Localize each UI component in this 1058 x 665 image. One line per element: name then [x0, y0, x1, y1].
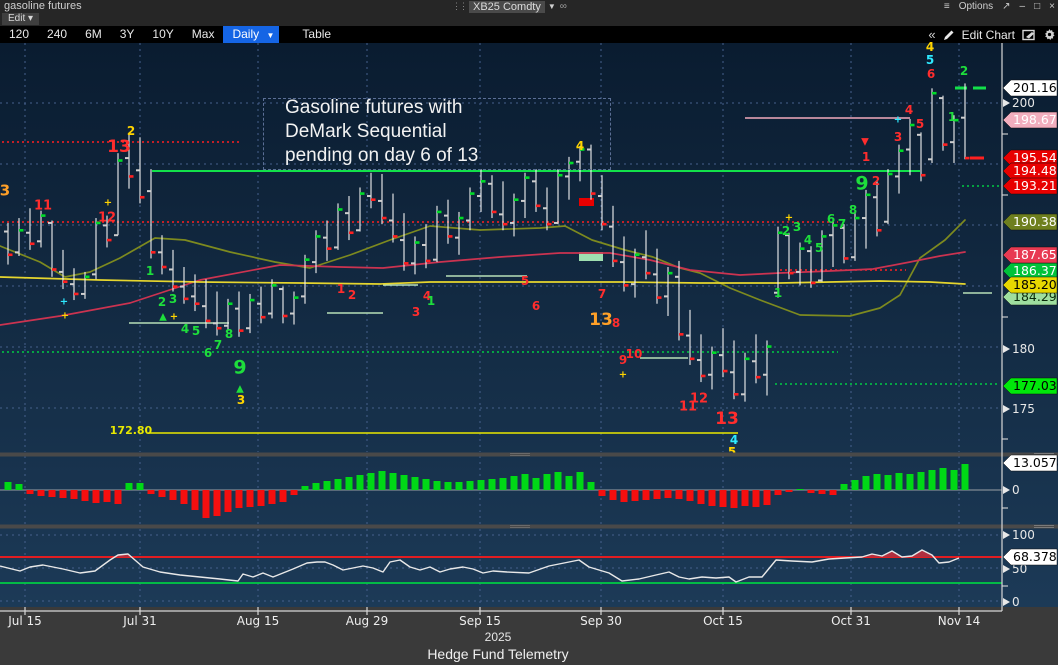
svg-text:1: 1	[427, 294, 435, 308]
svg-text:7: 7	[214, 338, 222, 352]
x-axis-label: Oct 31	[831, 614, 871, 628]
svg-text:▼: ▼	[861, 137, 869, 148]
svg-text:9: 9	[233, 357, 246, 379]
svg-text:10: 10	[626, 347, 643, 361]
svg-text:3: 3	[0, 181, 10, 199]
svg-text:13.0578: 13.0578	[1013, 455, 1058, 470]
svg-text:4: 4	[181, 322, 189, 336]
svg-text:177.03: 177.03	[1013, 378, 1057, 393]
svg-text:172.80: 172.80	[110, 424, 153, 437]
svg-text:11: 11	[34, 199, 52, 214]
svg-text:2: 2	[348, 288, 356, 302]
svg-text:186.37: 186.37	[1013, 263, 1057, 278]
svg-text:187.65: 187.65	[1013, 247, 1057, 262]
svg-text:2: 2	[158, 295, 166, 309]
svg-text:13: 13	[107, 137, 131, 157]
svg-text:+: +	[170, 312, 178, 323]
svg-text:100: 100	[1012, 528, 1035, 542]
svg-text:194.48: 194.48	[1013, 163, 1057, 178]
svg-text:7: 7	[838, 217, 846, 231]
x-axis-label: Jul 15	[7, 614, 42, 628]
svg-text:5: 5	[728, 445, 736, 459]
svg-text:201.16: 201.16	[1013, 80, 1057, 95]
svg-text:1: 1	[948, 110, 956, 124]
svg-text:5: 5	[916, 117, 924, 131]
x-axis-label: Jul 31	[122, 614, 157, 628]
svg-text:5: 5	[815, 241, 823, 255]
svg-text:0: 0	[1012, 483, 1020, 497]
svg-text:5: 5	[926, 53, 934, 67]
chart-annotation-text[interactable]: Gasoline futures withDeMark Sequentialpe…	[285, 96, 585, 168]
svg-text:5: 5	[521, 274, 529, 288]
svg-text:6: 6	[927, 67, 935, 81]
svg-text:6: 6	[532, 299, 540, 313]
svg-text:6: 6	[827, 212, 835, 226]
svg-text:190.38: 190.38	[1013, 214, 1057, 229]
svg-text:+: +	[60, 297, 68, 308]
svg-text:+: +	[619, 370, 627, 381]
svg-text:9: 9	[855, 173, 868, 195]
svg-text:180: 180	[1012, 342, 1035, 356]
svg-text:185.20: 185.20	[1013, 277, 1057, 292]
svg-text:8: 8	[612, 316, 620, 330]
x-axis-label: Sep 30	[580, 614, 622, 628]
x-axis-label: Aug 15	[237, 614, 280, 628]
svg-text:13: 13	[589, 310, 613, 330]
svg-text:2: 2	[127, 124, 135, 138]
x-axis-label: Sep 15	[459, 614, 501, 628]
svg-text:13: 13	[715, 409, 739, 429]
svg-text:1: 1	[146, 264, 154, 278]
svg-text:+: +	[104, 198, 112, 209]
svg-text:12: 12	[98, 211, 116, 226]
svg-text:193.21: 193.21	[1013, 178, 1057, 193]
axis-year-label: 2025	[0, 630, 996, 644]
svg-text:198.67: 198.67	[1013, 112, 1057, 127]
svg-text:8: 8	[849, 203, 857, 217]
svg-text:4: 4	[926, 40, 934, 54]
bloomberg-chart-window: gasoline futures ⋮⋮ XB25 Comdty ▼ ∞ ≡ Op…	[0, 0, 1058, 665]
svg-text:6: 6	[204, 346, 212, 360]
x-axis-label: Oct 15	[703, 614, 743, 628]
svg-text:0: 0	[1012, 595, 1020, 609]
svg-text:175: 175	[1012, 402, 1035, 416]
svg-text:2: 2	[872, 174, 880, 188]
x-axis-label: Nov 14	[938, 614, 981, 628]
svg-text:2: 2	[960, 64, 968, 78]
svg-text:3: 3	[169, 292, 177, 306]
svg-text:3: 3	[412, 305, 420, 319]
svg-text:▲: ▲	[159, 312, 167, 323]
svg-text:1: 1	[862, 150, 870, 164]
svg-text:7: 7	[598, 287, 606, 301]
svg-text:200: 200	[1012, 96, 1035, 110]
svg-text:+: +	[894, 115, 902, 126]
svg-text:3: 3	[237, 393, 245, 407]
red-box	[579, 198, 594, 206]
svg-text:1: 1	[774, 286, 782, 300]
svg-text:4: 4	[905, 103, 913, 117]
svg-text:3: 3	[793, 220, 801, 234]
svg-text:+: +	[61, 311, 69, 322]
svg-text:68.378: 68.378	[1013, 549, 1057, 564]
svg-text:3: 3	[894, 130, 902, 144]
svg-text:12: 12	[690, 392, 708, 407]
brand-label: Hedge Fund Telemetry	[0, 646, 996, 662]
svg-text:8: 8	[225, 327, 233, 341]
svg-text:1: 1	[337, 282, 345, 296]
svg-text:5: 5	[192, 324, 200, 338]
x-axis-label: Aug 29	[346, 614, 389, 628]
svg-text:2: 2	[782, 224, 790, 238]
svg-text:4: 4	[804, 233, 812, 247]
